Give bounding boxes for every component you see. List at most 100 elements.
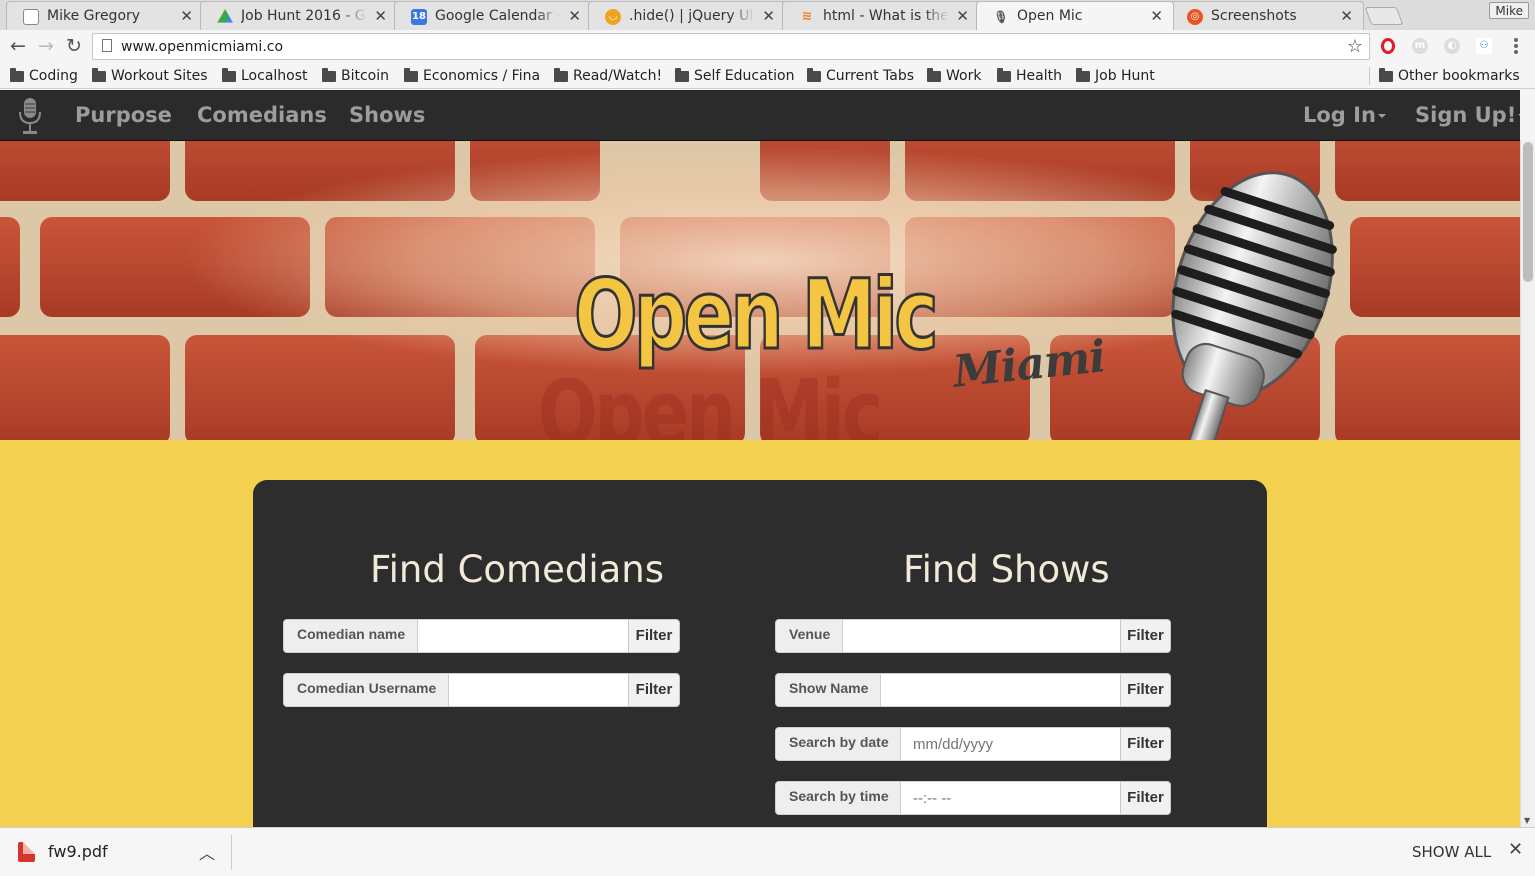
- address-bar[interactable]: ☆: [92, 33, 1370, 60]
- tab-title: html - What is the best: [823, 8, 949, 24]
- bookmark-folder[interactable]: Self Education: [673, 65, 794, 87]
- bookmark-label: Workout Sites: [111, 68, 208, 84]
- vertical-scrollbar[interactable]: ▼: [1520, 140, 1535, 827]
- tab-screenshots[interactable]: ◎ Screenshots ✕: [1170, 1, 1364, 30]
- folder-icon: [675, 68, 689, 82]
- page-content: Purpose Comedians Shows Log In Sign Up!: [0, 90, 1520, 827]
- tab-stackoverflow[interactable]: ≋ html - What is the best ✕: [782, 1, 980, 30]
- signup-label: Sign Up!: [1415, 103, 1517, 127]
- close-icon[interactable]: ✕: [956, 2, 969, 30]
- scroll-down-arrow-icon[interactable]: ▼: [1524, 816, 1530, 825]
- chevron-up-icon[interactable]: ︿: [199, 840, 215, 864]
- other-bookmarks-folder[interactable]: Other bookmarks: [1377, 65, 1520, 87]
- close-icon[interactable]: ✕: [1150, 2, 1163, 30]
- download-divider: [231, 835, 232, 870]
- url-input[interactable]: [121, 36, 1321, 57]
- time-input[interactable]: [900, 781, 1121, 815]
- comedian-name-input[interactable]: [417, 619, 629, 653]
- folder-icon: [92, 68, 106, 82]
- bookmark-folder[interactable]: Job Hunt: [1074, 65, 1155, 87]
- date-filter-button[interactable]: Filter: [1120, 727, 1171, 761]
- close-icon[interactable]: ✕: [1508, 839, 1523, 860]
- tab-title: Mike Gregory: [47, 8, 141, 24]
- bookmark-folder[interactable]: Current Tabs: [805, 65, 914, 87]
- tab-title: .hide() | jQuery UI API: [629, 8, 755, 24]
- venue-input[interactable]: [842, 619, 1121, 653]
- folder-icon: [1076, 68, 1090, 82]
- bookmark-folder[interactable]: Read/Watch!: [552, 65, 662, 87]
- extension-icon[interactable]: ◐: [1444, 38, 1460, 54]
- comedian-username-label: Comedian Username: [283, 673, 449, 707]
- show-name-input[interactable]: [880, 673, 1121, 707]
- forward-icon[interactable]: →: [34, 35, 58, 59]
- tab-open-mic[interactable]: 🎙 Open Mic ✕: [976, 1, 1174, 30]
- page-icon: [23, 9, 39, 25]
- google-drive-icon: [217, 9, 233, 23]
- bookmark-label: Economics / Finance: [423, 68, 540, 84]
- folder-icon: [927, 68, 941, 82]
- page-info-icon[interactable]: [102, 39, 112, 52]
- pdf-file-icon: [18, 842, 35, 862]
- nav-purpose[interactable]: Purpose: [75, 90, 172, 141]
- bookmark-label: Health: [1016, 68, 1062, 84]
- profile-button[interactable]: Mike: [1489, 2, 1529, 19]
- comedian-name-group: Comedian name Filter: [283, 619, 680, 653]
- microphone-icon: 🎙: [993, 10, 1009, 24]
- folder-icon: [1379, 68, 1393, 82]
- show-all-downloads-button[interactable]: SHOW ALL: [1412, 843, 1491, 861]
- comedian-username-filter-button[interactable]: Filter: [628, 673, 680, 707]
- menu-icon[interactable]: [1513, 38, 1519, 56]
- tab-google-calendar[interactable]: 18 Google Calendar - Week ✕: [394, 1, 592, 30]
- bookmark-folder[interactable]: Health: [995, 65, 1062, 87]
- folder-icon: [404, 68, 418, 82]
- bookmark-folder[interactable]: Economics / Finance: [402, 65, 540, 87]
- close-icon[interactable]: ✕: [762, 2, 775, 30]
- stackoverflow-icon: ≋: [801, 9, 813, 24]
- time-filter-button[interactable]: Filter: [1120, 781, 1171, 815]
- vintage-microphone-image: [1171, 171, 1337, 440]
- tab-job-hunt[interactable]: Job Hunt 2016 - Google Drive ✕: [200, 1, 398, 30]
- bookmark-divider: [1369, 67, 1370, 85]
- nav-comedians[interactable]: Comedians: [197, 90, 327, 141]
- account-extension-icon[interactable]: ⚇: [1476, 38, 1492, 54]
- bookmark-folder[interactable]: Localhost: [220, 65, 308, 87]
- close-icon[interactable]: ✕: [568, 2, 581, 30]
- tab-title: Google Calendar - Week: [435, 8, 561, 24]
- tab-jquery-hide[interactable]: ◡ .hide() | jQuery UI API ✕: [588, 1, 786, 30]
- date-input[interactable]: [900, 727, 1121, 761]
- new-tab-button[interactable]: [1364, 7, 1404, 25]
- bookmark-folder[interactable]: Bitcoin: [320, 65, 389, 87]
- bookmark-star-icon[interactable]: ☆: [1347, 34, 1363, 59]
- comedian-name-filter-button[interactable]: Filter: [628, 619, 680, 653]
- bookmark-label: Other bookmarks: [1398, 68, 1520, 84]
- opera-extension-icon[interactable]: [1381, 38, 1395, 54]
- m-extension-icon[interactable]: m: [1412, 38, 1428, 54]
- download-file-name[interactable]: fw9.pdf: [48, 842, 108, 861]
- close-icon[interactable]: ✕: [1340, 2, 1353, 30]
- close-icon[interactable]: ✕: [374, 2, 387, 30]
- close-icon[interactable]: ✕: [180, 2, 193, 30]
- reload-icon[interactable]: ↻: [62, 35, 86, 59]
- folder-icon: [997, 68, 1011, 82]
- hero-title: Open Mic: [573, 259, 940, 371]
- tab-title: Screenshots: [1211, 8, 1297, 24]
- venue-filter-button[interactable]: Filter: [1120, 619, 1171, 653]
- bookmark-folder[interactable]: Workout Sites: [90, 65, 208, 87]
- comedian-name-label: Comedian name: [283, 619, 418, 653]
- comedian-username-input[interactable]: [448, 673, 629, 707]
- microphone-logo-icon[interactable]: [16, 96, 44, 136]
- download-bar: fw9.pdf ︿ SHOW ALL ✕: [0, 827, 1535, 876]
- bookmark-folder[interactable]: Work: [925, 65, 981, 87]
- back-icon[interactable]: ←: [6, 35, 30, 59]
- bookmark-folder[interactable]: Coding: [8, 65, 78, 87]
- login-dropdown[interactable]: Log In: [1303, 90, 1386, 141]
- date-search-group: Search by date Filter: [775, 727, 1171, 761]
- show-name-filter-button[interactable]: Filter: [1120, 673, 1171, 707]
- nav-shows[interactable]: Shows: [349, 90, 425, 141]
- tab-mike-gregory[interactable]: Mike Gregory ✕: [6, 1, 204, 30]
- scrollbar-thumb[interactable]: [1523, 142, 1533, 282]
- login-label: Log In: [1303, 103, 1376, 127]
- search-panel: Find Comedians Comedian name Filter Come…: [253, 480, 1267, 827]
- signup-dropdown[interactable]: Sign Up!: [1415, 90, 1520, 141]
- hero-banner: Open Mic Open Mic Miami: [0, 141, 1520, 440]
